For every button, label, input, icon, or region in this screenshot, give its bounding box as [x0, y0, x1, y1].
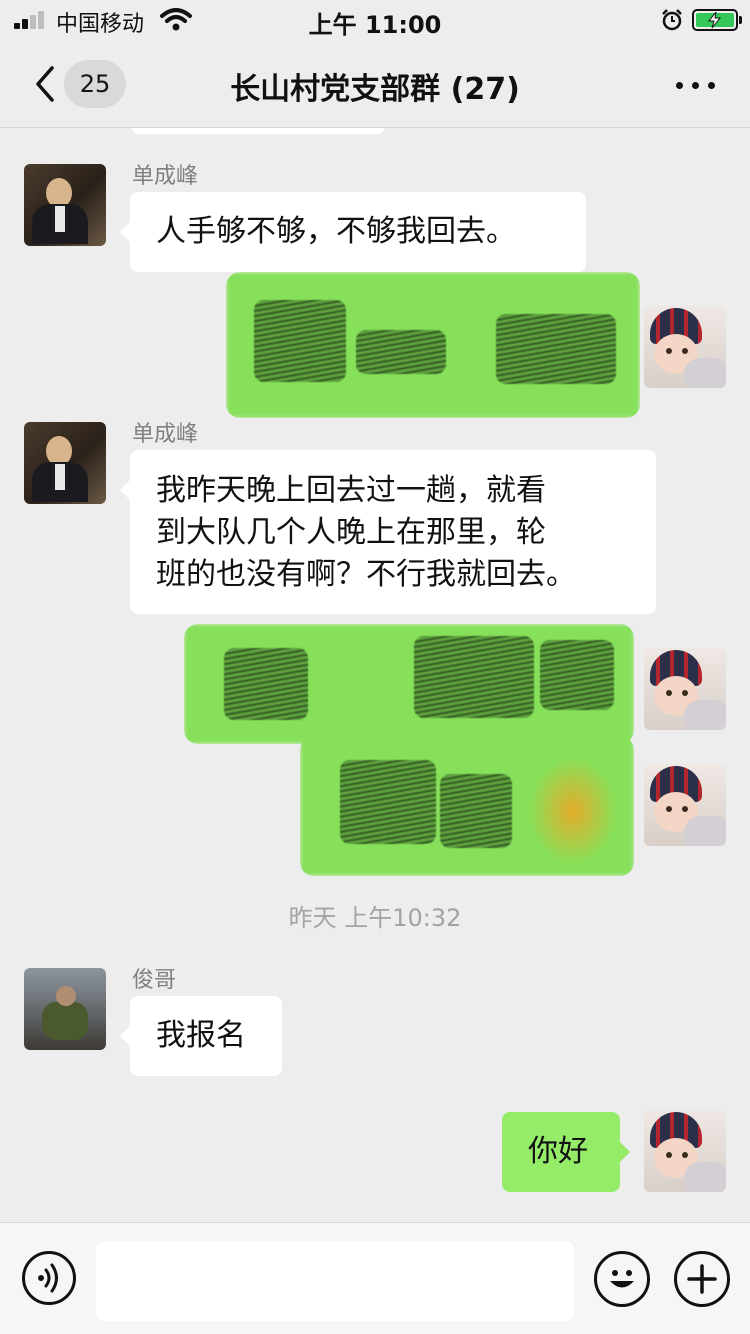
my-avatar[interactable] [644, 764, 726, 846]
my-avatar[interactable] [644, 306, 726, 388]
message-line: 班的也没有啊？不行我就回去。 [156, 557, 576, 592]
alarm-clock-icon [662, 9, 682, 31]
message-line: 到大队几个人晚上在那里，轮 [156, 515, 546, 550]
more-actions-button[interactable] [674, 1251, 730, 1307]
my-avatar[interactable] [644, 1110, 726, 1192]
emoji-icon [610, 1270, 634, 1288]
charging-bolt-icon [707, 11, 722, 29]
voice-input-button[interactable] [22, 1251, 76, 1305]
message-timestamp: 昨天 上午10:32 [288, 904, 462, 932]
sender-name: 俊哥 [132, 968, 177, 993]
chat-title: 长山村党支部群 (27) [230, 72, 520, 107]
sender-avatar[interactable] [24, 164, 106, 246]
sender-avatar[interactable] [24, 422, 106, 504]
message-bubble[interactable]: 人手够不够，不够我回去。 [120, 192, 586, 272]
redacted-message [226, 272, 640, 418]
redacted-message [300, 736, 634, 876]
sender-avatar[interactable] [24, 968, 106, 1050]
status-bar: 中国移动 上午 11:00 [0, 0, 750, 40]
message-input[interactable] [96, 1241, 574, 1321]
sender-name: 单成峰 [132, 422, 199, 447]
plus-icon [687, 1264, 717, 1294]
voice-icon [38, 1263, 58, 1293]
my-avatar[interactable] [644, 648, 726, 730]
sender-name: 单成峰 [132, 164, 199, 189]
message-bubble[interactable]: 我昨天晚上回去过一趟，就看 到大队几个人晚上在那里，轮 班的也没有啊？不行我就回… [120, 450, 656, 614]
more-options-button[interactable] [672, 64, 720, 104]
clock: 上午 11:00 [308, 11, 442, 39]
previous-message-edge [132, 128, 384, 134]
input-bar [0, 1222, 750, 1334]
message-bubble-outgoing[interactable]: 你好 [502, 1112, 630, 1192]
emoji-button[interactable] [594, 1251, 650, 1307]
nav-bar: 25 长山村党支部群 (27) [0, 40, 750, 128]
message-line: 我昨天晚上回去过一趟，就看 [156, 473, 546, 508]
message-bubble[interactable]: 我报名 [120, 996, 282, 1076]
battery-icon [692, 9, 742, 31]
redacted-message [184, 624, 634, 744]
